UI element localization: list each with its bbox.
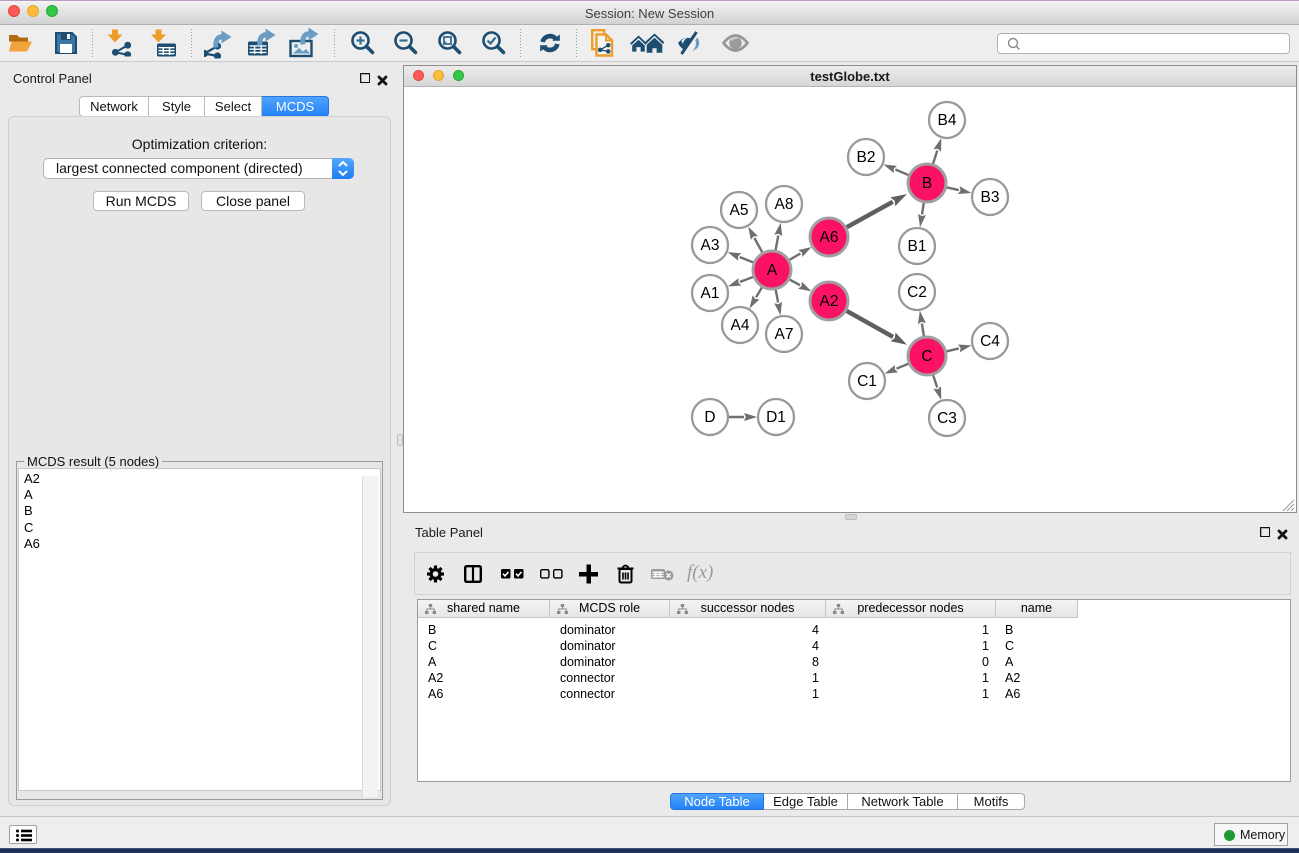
svg-text:A: A: [767, 262, 778, 279]
svg-text:C1: C1: [857, 373, 877, 390]
svg-text:A3: A3: [701, 237, 720, 254]
svg-text:A7: A7: [775, 326, 794, 343]
svg-text:A4: A4: [731, 317, 750, 334]
svg-text:A1: A1: [701, 285, 720, 302]
svg-text:A6: A6: [820, 229, 839, 246]
svg-text:B: B: [922, 175, 932, 192]
svg-text:D: D: [704, 409, 715, 426]
svg-text:B4: B4: [938, 112, 957, 129]
svg-text:B1: B1: [908, 238, 927, 255]
svg-text:B3: B3: [981, 189, 1000, 206]
svg-text:A2: A2: [820, 293, 839, 310]
svg-text:C2: C2: [907, 284, 927, 301]
svg-text:C4: C4: [980, 333, 1000, 350]
svg-text:C: C: [921, 348, 932, 365]
svg-text:D1: D1: [766, 409, 786, 426]
svg-text:A5: A5: [730, 202, 749, 219]
svg-text:A8: A8: [775, 196, 794, 213]
svg-text:C3: C3: [937, 410, 957, 427]
svg-text:B2: B2: [857, 149, 876, 166]
